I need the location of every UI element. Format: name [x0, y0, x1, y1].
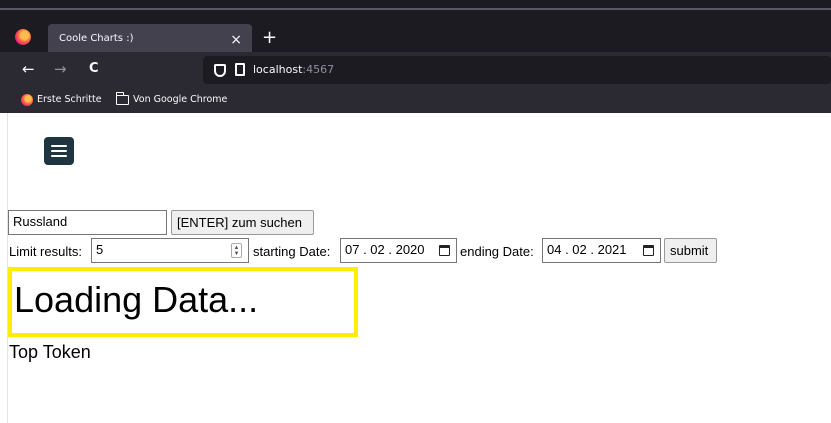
calendar-icon[interactable]	[439, 245, 450, 256]
start-date-input[interactable]: 07 . 02 . 2020	[340, 238, 457, 263]
tab-title: Coole Charts :)	[59, 33, 134, 44]
page-content: Russland [ENTER] zum suchen Limit result…	[0, 113, 831, 423]
reload-button[interactable]: C	[89, 60, 99, 78]
end-date-value: 04 . 02 . 2021	[547, 242, 627, 257]
browser-chrome: Coole Charts :) × + ← → C localhost:4567…	[0, 0, 831, 113]
hamburger-line	[51, 155, 67, 157]
spinner-icon[interactable]: ▲ ▼	[231, 243, 242, 258]
loading-text: Loading Data...	[14, 279, 259, 320]
start-date-value: 07 . 02 . 2020	[345, 242, 425, 257]
menu-button[interactable]	[44, 137, 74, 165]
back-button[interactable]: ←	[22, 60, 35, 78]
loading-highlight-box: Loading Data...	[8, 267, 358, 337]
navigation-bar: ← → C localhost:4567	[0, 52, 831, 88]
new-tab-button[interactable]: +	[262, 28, 277, 48]
tab-strip: Coole Charts :) × +	[0, 8, 831, 58]
end-date-label: ending Date:	[460, 244, 534, 259]
firefox-menu-icon[interactable]	[15, 29, 31, 45]
url-host: localhost	[253, 63, 303, 76]
shield-icon[interactable]	[214, 64, 226, 77]
hamburger-line	[51, 150, 67, 152]
end-date-input[interactable]: 04 . 02 . 2021	[542, 238, 661, 263]
limit-label: Limit results:	[9, 244, 82, 259]
bookmarks-toolbar: Erste Schritte Von Google Chrome	[0, 88, 831, 113]
limit-value: 5	[96, 242, 104, 257]
firefox-icon	[21, 94, 33, 106]
page-info-icon[interactable]	[235, 63, 245, 76]
search-button[interactable]: [ENTER] zum suchen	[171, 210, 314, 235]
top-token-heading: Top Token	[9, 342, 91, 362]
bookmark-von-google-chrome[interactable]: Von Google Chrome	[133, 93, 227, 107]
bookmark-erste-schritte[interactable]: Erste Schritte	[37, 93, 102, 107]
start-date-label: starting Date:	[253, 244, 331, 259]
search-input[interactable]: Russland	[8, 210, 167, 235]
url-port: :4567	[302, 63, 335, 76]
url-bar[interactable]: localhost:4567	[203, 56, 831, 84]
submit-button[interactable]: submit	[664, 238, 717, 263]
calendar-icon[interactable]	[643, 245, 654, 256]
close-tab-icon[interactable]: ×	[230, 30, 242, 50]
url-text: localhost:4567	[253, 63, 334, 76]
forward-button[interactable]: →	[54, 60, 67, 78]
folder-icon	[115, 92, 129, 105]
limit-input[interactable]: 5 ▲ ▼	[91, 238, 249, 263]
hamburger-line	[51, 145, 67, 147]
